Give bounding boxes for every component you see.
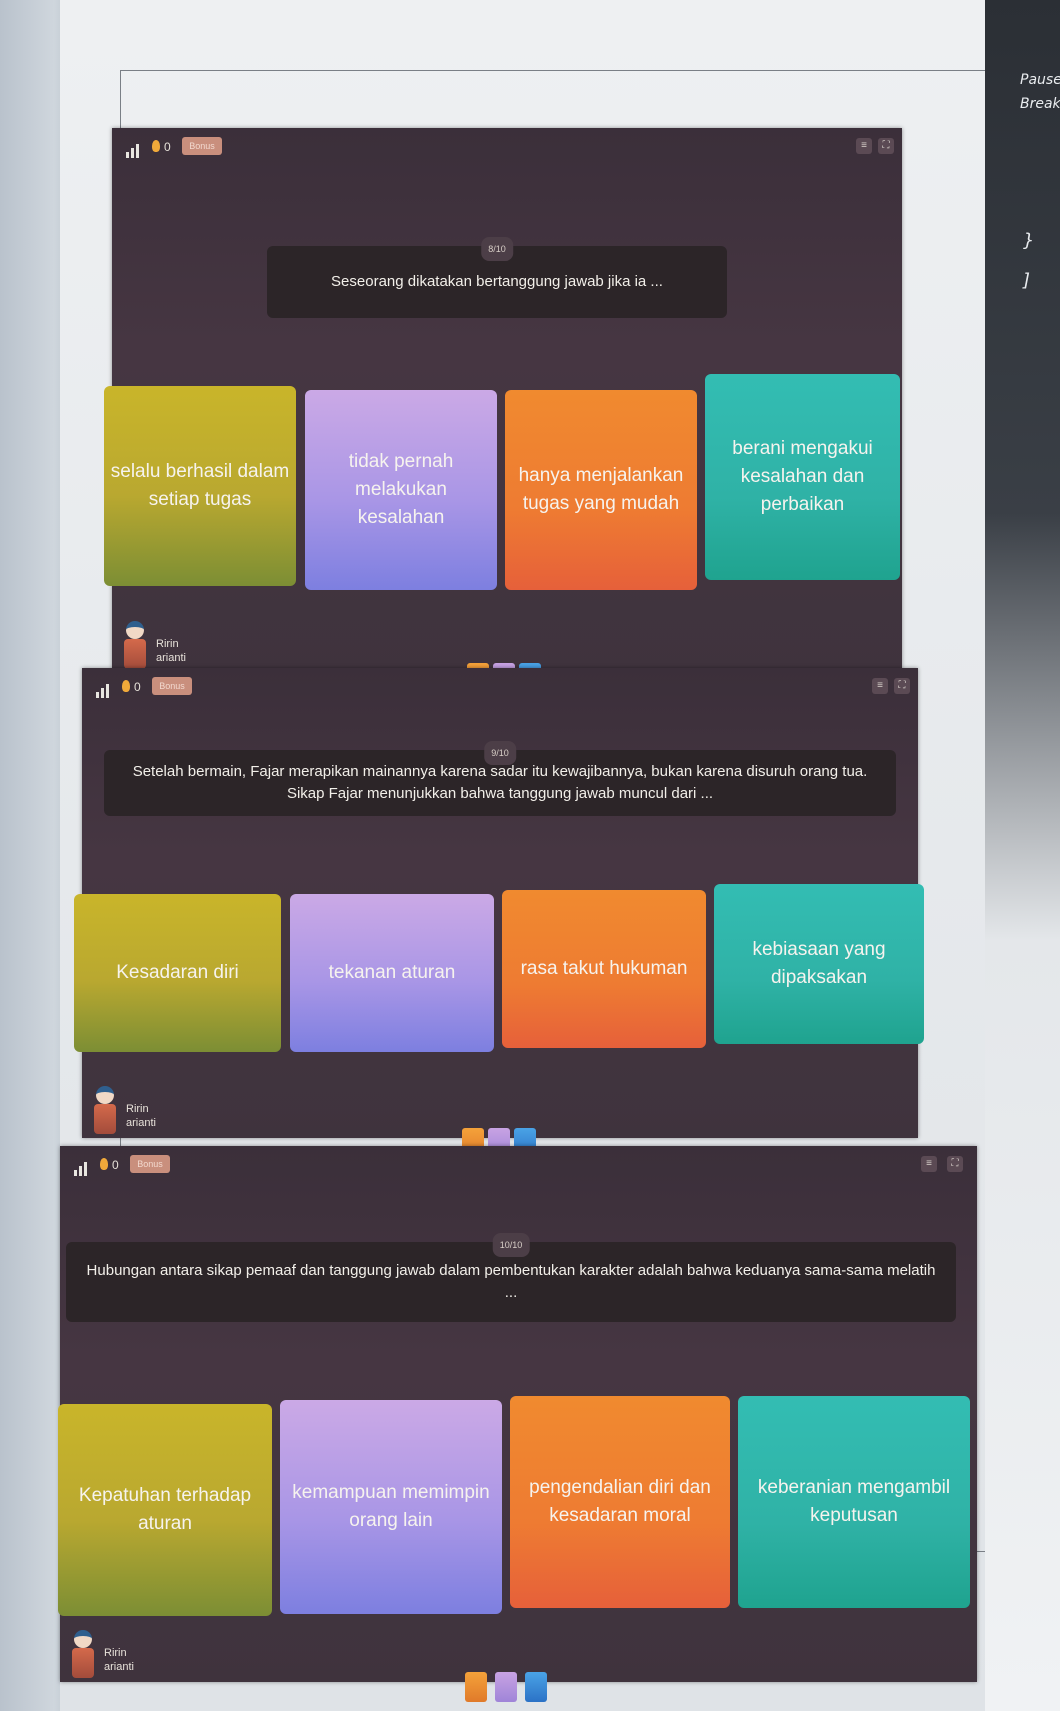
key-break: Break — [1020, 96, 1060, 112]
powerup-blue-icon[interactable] — [525, 1672, 547, 1702]
quiz-panel-2: 0 Bonus ≡ ⛶ 9/10 Setelah bermain, Fajar … — [74, 668, 924, 1158]
answer-option-3[interactable]: hanya menjalankan tugas yang mudah — [505, 390, 697, 590]
flame-icon — [122, 680, 130, 692]
quiz-topbar: 0 Bonus ≡ ⛶ — [112, 128, 902, 172]
player-name: Ririn arianti — [104, 1647, 134, 1673]
signal-bars-icon — [74, 1160, 90, 1176]
player-name: Ririn arianti — [156, 638, 186, 664]
answer-option-1[interactable]: selalu berhasil dalam setiap tugas — [104, 386, 296, 586]
answer-option-3[interactable]: pengendalian diri dan kesadaran moral — [510, 1396, 730, 1608]
question-counter: 10/10 — [492, 1233, 530, 1257]
quiz-topbar: 0 Bonus ≡ ⛶ — [60, 1146, 977, 1190]
bonus-badge: Bonus — [182, 137, 222, 155]
player-bar: Ririn arianti — [82, 1082, 918, 1158]
signal-bars-icon — [96, 682, 112, 698]
avatar — [68, 1628, 98, 1680]
menu-icon[interactable]: ≡ — [872, 678, 888, 694]
question-text: Hubungan antara sikap pemaaf dan tanggun… — [86, 1262, 936, 1301]
quiz-topbar: 0 Bonus ≡ ⛶ — [82, 668, 918, 712]
menu-icon[interactable]: ≡ — [921, 1156, 937, 1172]
question-counter: 9/10 — [484, 741, 516, 765]
key-brace: } — [1023, 230, 1035, 251]
signal-bars-icon — [126, 142, 142, 158]
powerup-orange-icon[interactable] — [465, 1672, 487, 1702]
powerup-purple-icon[interactable] — [495, 1672, 517, 1702]
question-text: Seseorang dikatakan bertanggung jawab ji… — [331, 273, 663, 290]
key-bracket: ] — [1023, 270, 1031, 291]
question-text: Setelah bermain, Fajar merapikan mainann… — [132, 763, 868, 802]
bonus-badge: Bonus — [130, 1155, 170, 1173]
flame-icon — [100, 1158, 108, 1170]
question-counter: 8/10 — [481, 237, 513, 261]
flame-icon — [152, 140, 160, 152]
answer-option-1[interactable]: Kepatuhan terhadap aturan — [58, 1404, 272, 1616]
bonus-badge: Bonus — [152, 677, 192, 695]
player-bar: Ririn arianti — [112, 617, 902, 693]
answer-option-2[interactable]: tekanan aturan — [290, 894, 494, 1052]
fullscreen-icon[interactable]: ⛶ — [878, 138, 894, 154]
streak-counter: 0 — [152, 140, 171, 154]
answer-option-1[interactable]: Kesadaran diri — [74, 894, 281, 1052]
key-pause: Pause — [1020, 72, 1060, 88]
answer-option-4[interactable]: keberanian mengambil keputusan — [738, 1396, 970, 1608]
keyboard-edge — [985, 0, 1060, 1711]
question-box: 9/10 Setelah bermain, Fajar merapikan ma… — [104, 741, 896, 816]
quiz-panel-1: 0 Bonus ≡ ⛶ 8/10 Seseorang dikatakan ber… — [104, 128, 902, 693]
answer-option-2[interactable]: kemampuan memimpin orang lain — [280, 1400, 502, 1614]
menu-icon[interactable]: ≡ — [856, 138, 872, 154]
question-box: 8/10 Seseorang dikatakan bertanggung jaw… — [267, 237, 727, 318]
question-box: 10/10 Hubungan antara sikap pemaaf dan t… — [66, 1233, 956, 1322]
streak-counter: 0 — [122, 680, 141, 694]
player-name: Ririn arianti — [126, 1103, 156, 1129]
streak-counter: 0 — [100, 1158, 119, 1172]
answer-option-4[interactable]: kebiasaan yang dipaksakan — [714, 884, 924, 1044]
avatar — [90, 1084, 120, 1136]
fullscreen-icon[interactable]: ⛶ — [894, 678, 910, 694]
quiz-panel-3: 0 Bonus ≡ ⛶ 10/10 Hubungan antara sikap … — [58, 1146, 977, 1702]
avatar — [120, 619, 150, 671]
fullscreen-icon[interactable]: ⛶ — [947, 1156, 963, 1172]
answer-option-2[interactable]: tidak pernah melakukan kesalahan — [305, 390, 497, 590]
answer-option-4[interactable]: berani mengakui kesalahan dan perbaikan — [705, 374, 900, 580]
player-bar: Ririn arianti — [60, 1626, 977, 1702]
answer-option-3[interactable]: rasa takut hukuman — [502, 890, 706, 1048]
